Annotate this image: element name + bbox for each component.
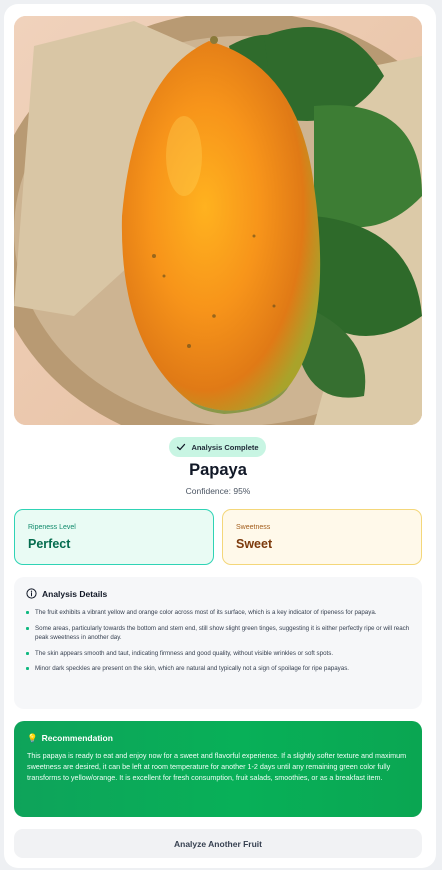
list-item: The fruit exhibits a vibrant yellow and … [26, 608, 410, 618]
recommendation-title: Recommendation [41, 733, 113, 743]
recommendation-text: This papaya is ready to eat and enjoy no… [27, 751, 407, 782]
sweetness-card: Sweetness Sweet [222, 509, 422, 565]
sweetness-label: Sweetness [236, 524, 271, 531]
analysis-details-title: Analysis Details [42, 588, 108, 599]
analyze-another-button[interactable]: Analyze Another Fruit [14, 829, 422, 858]
fruit-photo [14, 16, 422, 425]
analysis-details: Analysis Details The fruit exhibits a vi… [14, 577, 422, 709]
ripeness-label: Ripeness Level [28, 524, 76, 531]
lightbulb-icon: 💡 [27, 732, 38, 743]
list-item: The skin appears smooth and taut, indica… [26, 649, 410, 659]
recommendation-header: 💡 Recommendation [27, 733, 409, 743]
analysis-details-header: Analysis Details [26, 588, 410, 599]
check-icon [177, 443, 186, 451]
fruit-name: Papaya [189, 461, 247, 479]
list-item: Minor dark speckles are present on the s… [26, 664, 410, 674]
sweetness-value: Sweet [236, 537, 273, 551]
info-icon [26, 588, 37, 599]
list-item: Some areas, particularly towards the bot… [26, 624, 410, 643]
status-badge: Analysis Complete [169, 437, 266, 457]
recommendation-panel: 💡 Recommendation This papaya is ready to… [14, 721, 422, 817]
ripeness-card: Ripeness Level Perfect [14, 509, 214, 565]
ripeness-value: Perfect [28, 537, 71, 551]
confidence-text: Confidence: 95% [185, 486, 251, 496]
details-list: The fruit exhibits a vibrant yellow and … [26, 608, 410, 674]
status-badge-label: Analysis Complete [191, 442, 259, 452]
